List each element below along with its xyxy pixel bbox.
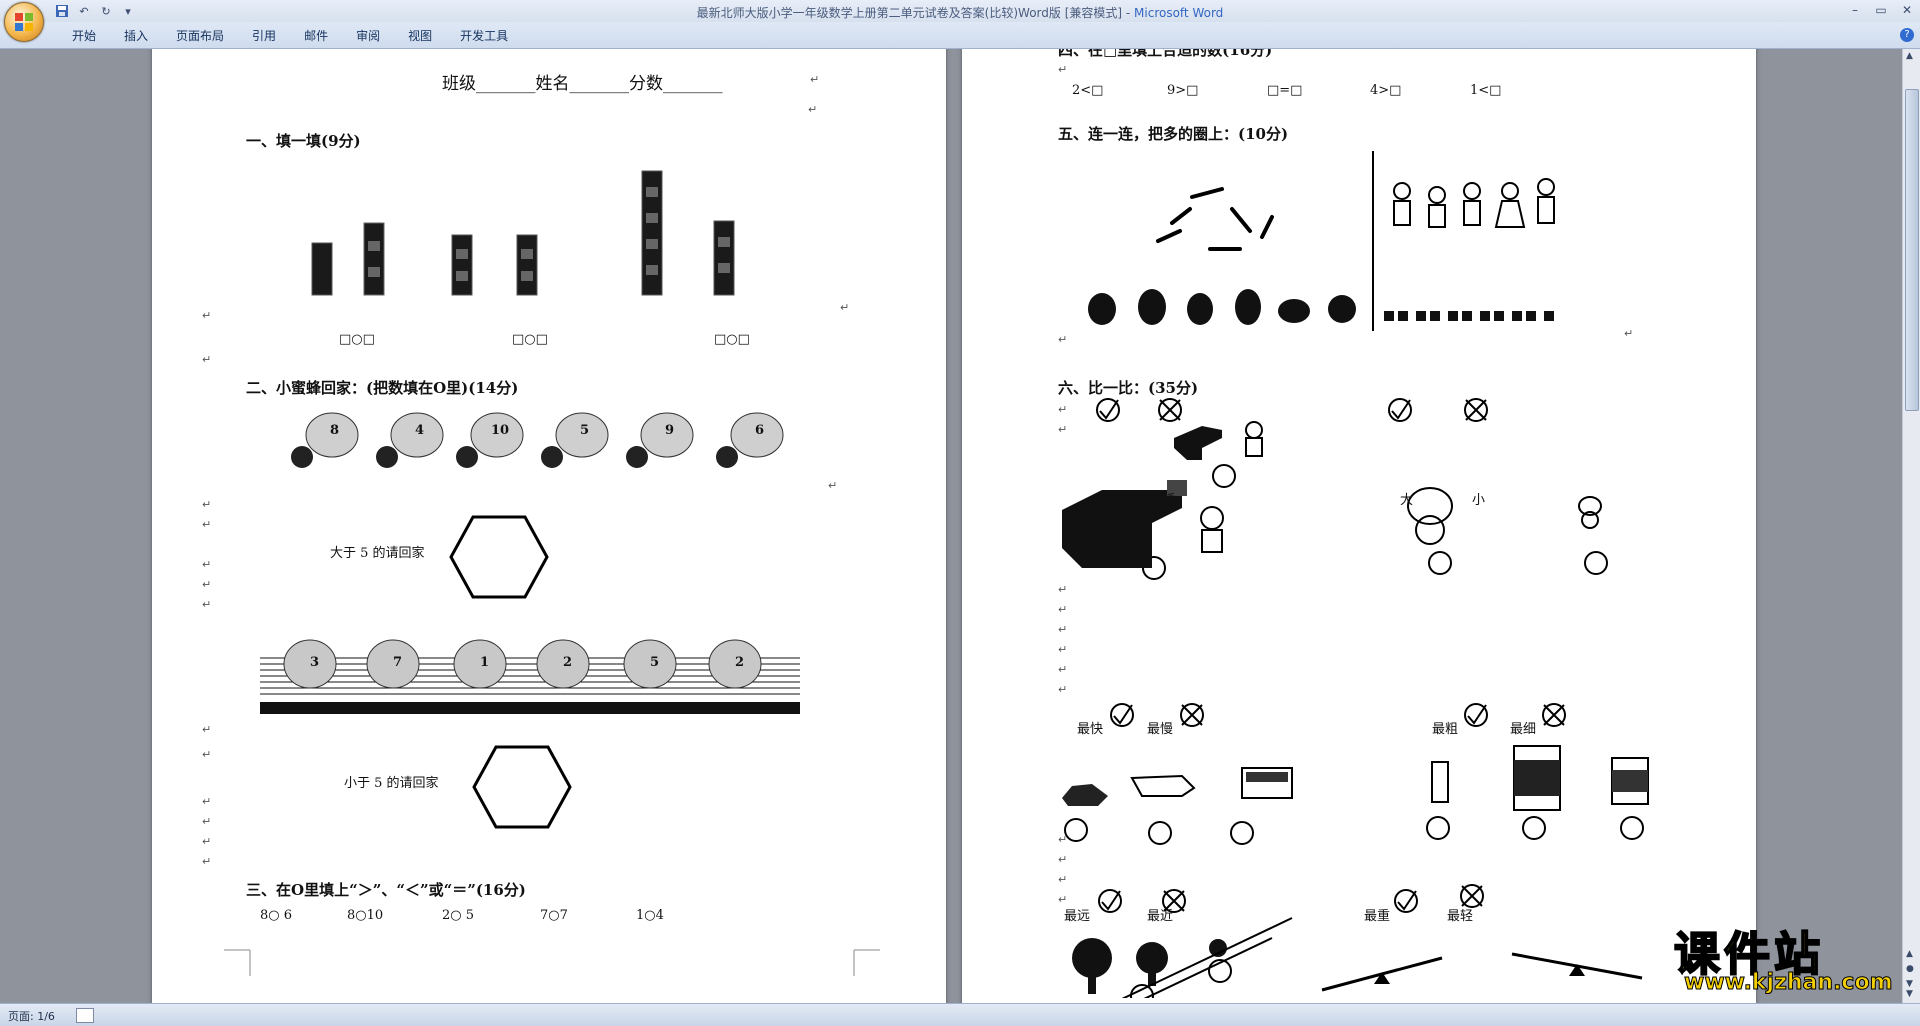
matching-figure	[1088, 151, 1555, 331]
bees-row-1	[291, 412, 784, 468]
document-area: 班级_______姓名_______分数_______ ↵ ↵ 一、填一填(9分…	[0, 49, 1903, 1003]
tab-view[interactable]: 视图	[394, 28, 446, 44]
label-nearest: 最近	[1147, 909, 1174, 924]
scroll-up-icon[interactable]: ▲	[1906, 51, 1913, 61]
label-high: 高	[1110, 493, 1124, 508]
s3-item-2: 8○10	[347, 908, 384, 923]
home-lt5-label: 小于 5 的请回家	[344, 776, 439, 791]
s4-item-4: 4>□	[1370, 83, 1402, 98]
bee-number: 9	[665, 423, 675, 438]
crop-mark	[224, 949, 251, 976]
page-indicator[interactable]: 页面: 1/6	[8, 1008, 55, 1024]
s1-answer-2: □○□	[512, 332, 548, 347]
tab-developer[interactable]: 开发工具	[446, 28, 522, 44]
section-5-title: 五、连一连，把多的圈上：(10分)	[1058, 125, 1289, 143]
label-thickest: 最粗	[1432, 722, 1459, 737]
s1-answer-3: □○□	[714, 332, 750, 347]
tab-insert[interactable]: 插入	[110, 28, 162, 44]
ribbon: 开始 插入 页面布局 引用 邮件 审阅 视图 开发工具 ?	[0, 22, 1920, 49]
section-2-title: 二、小蜜蜂回家：(把数填在O里)(14分)	[246, 379, 519, 397]
section-3-title: 三、在O里填上“＞”、“＜”或“＝”(16分)	[246, 881, 526, 899]
office-button[interactable]	[4, 2, 44, 42]
s3-item-5: 1○4	[636, 908, 664, 923]
hexagon-home-1	[449, 515, 549, 599]
maximize-button[interactable]: ▭	[1868, 0, 1894, 20]
document-page-left: 班级_______姓名_______分数_______ ↵ ↵ 一、填一填(9分…	[152, 49, 946, 1003]
office-logo-icon	[15, 13, 33, 31]
minimize-button[interactable]: –	[1842, 0, 1868, 20]
bee-number: 2	[563, 655, 573, 670]
label-small: 小	[1472, 493, 1486, 508]
bee-number: 2	[735, 655, 745, 670]
site-watermark: 课件站 www.kjzhan.com	[1660, 918, 1910, 1000]
tab-review[interactable]: 审阅	[342, 28, 394, 44]
s3-item-4: 7○7	[540, 908, 568, 923]
header-line: 班级_______姓名_______分数_______	[442, 74, 723, 94]
bee-number: 5	[580, 423, 590, 438]
s1-answer-1: □○□	[339, 332, 375, 347]
bee-number: 8	[330, 423, 340, 438]
label-big: 大	[1400, 493, 1414, 508]
label-lightest: 最轻	[1447, 909, 1474, 924]
section-1-title: 一、填一填(9分)	[246, 132, 361, 150]
close-button[interactable]: ✕	[1894, 0, 1920, 20]
s4-item-3: □=□	[1267, 83, 1303, 98]
bee-number: 7	[393, 655, 403, 670]
status-bar: 页面: 1/6	[0, 1003, 1920, 1026]
s4-item-5: 1<□	[1470, 83, 1502, 98]
crop-mark	[853, 949, 880, 976]
tab-page-layout[interactable]: 页面布局	[162, 28, 238, 44]
s3-item-1: 8○ 6	[260, 908, 293, 923]
bee-number: 5	[650, 655, 660, 670]
section-4-title: 四、在□里填上合适的数(16分)	[1058, 49, 1273, 59]
comparison-figures	[1062, 398, 1649, 998]
cube-stacks-figure	[311, 170, 735, 296]
bee-number: 3	[310, 655, 320, 670]
proofing-icon[interactable]	[76, 1008, 94, 1023]
tab-home[interactable]: 开始	[58, 28, 110, 44]
watermark-url: www.kjzhan.com	[1684, 970, 1894, 996]
scrollbar-thumb[interactable]	[1905, 89, 1919, 411]
label-heaviest: 最重	[1364, 909, 1391, 924]
bee-number: 10	[491, 423, 510, 438]
help-icon[interactable]: ?	[1900, 28, 1914, 42]
label-fastest: 最快	[1077, 722, 1104, 737]
s4-item-2: 9>□	[1167, 83, 1199, 98]
window-title: 最新北师大版小学一年级数学上册第二单元试卷及答案(比较)Word版 [兼容模式]…	[696, 6, 1224, 20]
bee-number: 4	[415, 423, 425, 438]
title-bar: ↶ ↻ ▾ 最新北师大版小学一年级数学上册第二单元试卷及答案(比较)Word版 …	[0, 0, 1920, 23]
section-6-title: 六、比一比：(35分)	[1058, 379, 1199, 397]
bees-row-2	[260, 639, 800, 714]
label-short: 矮	[1162, 493, 1176, 508]
s3-item-3: 2○ 5	[442, 908, 475, 923]
document-page-right: 四、在□里填上合适的数(16分) ↵ 2<□ 9>□ □=□ 4>□ 1<□ 五…	[962, 49, 1756, 1003]
bee-number: 6	[755, 423, 765, 438]
tab-references[interactable]: 引用	[238, 28, 290, 44]
s4-item-1: 2<□	[1072, 83, 1104, 98]
bee-number: 1	[480, 655, 490, 670]
hexagon-home-2	[472, 745, 572, 829]
label-farthest: 最远	[1064, 909, 1091, 924]
home-gt5-label: 大于 5 的请回家	[330, 546, 425, 561]
vertical-scrollbar[interactable]: ▲ ▲ ● ▼ ▼	[1902, 49, 1920, 1003]
tab-mailings[interactable]: 邮件	[290, 28, 342, 44]
label-slowest: 最慢	[1147, 722, 1174, 737]
label-thinnest: 最细	[1510, 722, 1537, 737]
